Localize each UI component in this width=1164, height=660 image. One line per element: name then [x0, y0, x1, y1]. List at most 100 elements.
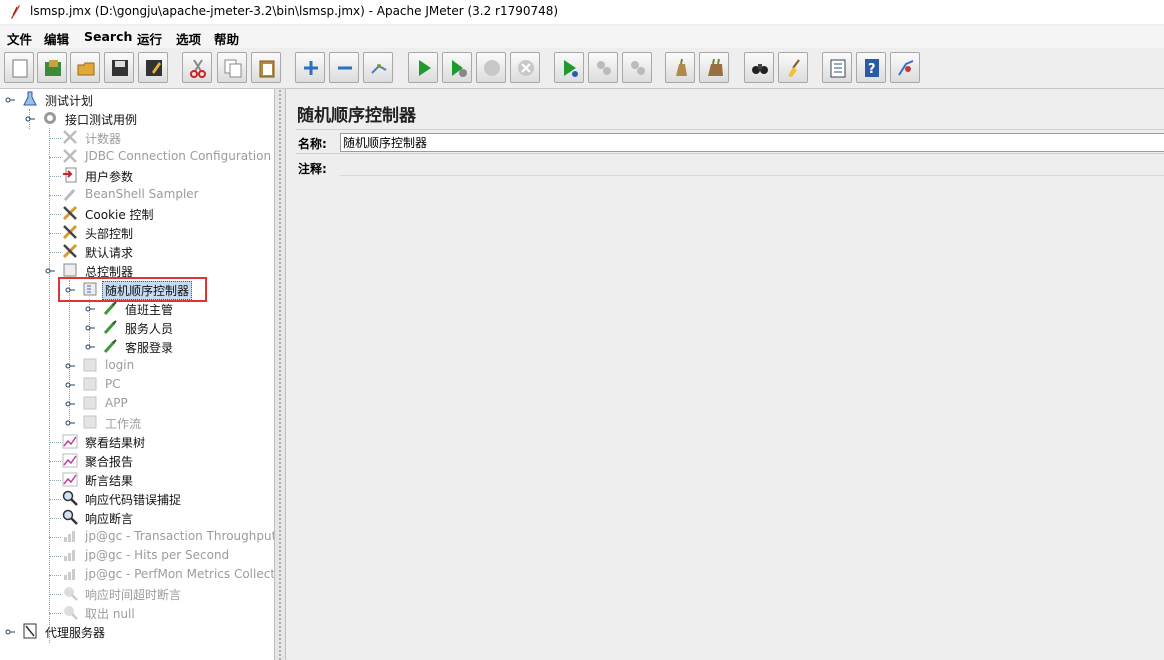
templates-button[interactable] — [37, 52, 67, 83]
tree-node-jdbc-config[interactable]: JDBC Connection Configuration — [85, 149, 271, 163]
tree-node-transaction-throughput[interactable]: jp@gc - Transaction Throughput vs — [85, 529, 274, 543]
graph-icon — [64, 531, 75, 542]
save-as-button[interactable] — [138, 52, 168, 83]
controller-icon — [63, 263, 77, 277]
help-button[interactable]: ? — [856, 52, 886, 83]
menu-options[interactable]: 选项 — [176, 29, 201, 48]
tree-node-thread-group[interactable]: 接口测试用例 — [65, 111, 137, 128]
clear-all-button[interactable] — [699, 52, 729, 83]
menu-file[interactable]: 文件 — [7, 29, 32, 48]
tree-node-response-code-assertion[interactable]: 响应代码错误捕捉 — [85, 491, 181, 508]
minus-icon — [338, 66, 352, 70]
tree-node-response-assertion[interactable]: 响应断言 — [85, 510, 133, 527]
play-no-pause-icon — [452, 60, 467, 77]
expand-toggle[interactable] — [45, 267, 55, 275]
controller-icon — [83, 415, 97, 429]
tree-node-sampler-cs-login[interactable]: 客服登录 — [125, 339, 173, 356]
start-no-pause-button[interactable] — [442, 52, 472, 83]
remote-start-button[interactable] — [554, 52, 584, 83]
tree-node-hits-per-second[interactable]: jp@gc - Hits per Second — [85, 548, 229, 562]
name-field[interactable] — [340, 133, 1164, 152]
expand-toggle[interactable] — [85, 343, 95, 351]
collapse-button[interactable] — [329, 52, 359, 83]
expand-toggle[interactable] — [65, 362, 75, 370]
wrench-icon — [62, 205, 78, 221]
annotation-highlight-box — [58, 277, 207, 302]
tree-node-extract-null[interactable]: 取出 null — [85, 605, 135, 622]
copy-button[interactable] — [217, 52, 247, 83]
tree-node-view-results-tree[interactable]: 察看结果树 — [85, 434, 145, 451]
expand-button[interactable] — [295, 52, 325, 83]
tree-node-test-plan[interactable]: 测试计划 — [45, 92, 93, 109]
toggle-button[interactable] — [363, 52, 393, 83]
gear-icon — [44, 112, 56, 124]
remote-stop-button[interactable] — [588, 52, 618, 83]
expand-toggle[interactable] — [65, 381, 75, 389]
new-icon — [12, 59, 28, 78]
templates-icon — [45, 60, 61, 76]
wrench-icon — [63, 130, 77, 144]
function-helper-button[interactable] — [822, 52, 852, 83]
tree-node-sampler-service-staff[interactable]: 服务人员 — [125, 320, 173, 337]
tree-node-duration-assertion[interactable]: 响应时间超时断言 — [85, 586, 181, 603]
menu-search[interactable]: Search — [84, 29, 132, 44]
remote-exit-button[interactable] — [622, 52, 652, 83]
new-button[interactable] — [4, 52, 34, 83]
remote-exit-icon — [631, 61, 645, 75]
tree-node-sampler-duty-manager[interactable]: 值班主管 — [125, 301, 173, 318]
expand-toggle[interactable] — [65, 419, 75, 427]
split-pane-divider[interactable] — [275, 89, 286, 660]
expand-toggle[interactable] — [5, 628, 15, 636]
controller-icon — [83, 396, 97, 410]
open-icon — [77, 62, 95, 76]
tree-node-perfmon-collector[interactable]: jp@gc - PerfMon Metrics Collector — [85, 567, 274, 581]
menu-help[interactable]: 帮助 — [214, 29, 239, 48]
tree-node-workflow[interactable]: 工作流 — [105, 415, 141, 432]
reset-search-button[interactable] — [778, 52, 808, 83]
paste-icon — [259, 60, 275, 78]
expand-toggle[interactable] — [85, 324, 95, 332]
save-icon — [112, 60, 128, 76]
clear-button[interactable] — [665, 52, 695, 83]
log-viewer-button[interactable] — [890, 52, 920, 83]
tree-node-beanshell-sampler[interactable]: BeanShell Sampler — [85, 187, 199, 201]
controller-icon — [83, 377, 97, 391]
comment-field[interactable] — [340, 157, 1164, 176]
toolbar: ? — [0, 50, 1164, 89]
wrench-icon — [62, 224, 78, 240]
tree-node-assertion-results[interactable]: 断言结果 — [85, 472, 133, 489]
menu-edit[interactable]: 编辑 — [44, 29, 69, 48]
test-plan-tree[interactable]: 测试计划 接口测试用例 计数器 JDBC Connection Configur… — [0, 89, 275, 660]
toggle-icon — [371, 64, 387, 74]
tree-node-app[interactable]: APP — [105, 396, 128, 410]
paste-button[interactable] — [251, 52, 281, 83]
menu-run[interactable]: 运行 — [137, 29, 162, 48]
jmeter-feather-icon — [11, 5, 20, 19]
magnifier-icon — [62, 509, 78, 525]
expand-toggle[interactable] — [65, 400, 75, 408]
start-button[interactable] — [408, 52, 438, 83]
save-button[interactable] — [104, 52, 134, 83]
tree-node-proxy-server[interactable]: 代理服务器 — [45, 624, 105, 641]
expand-toggle[interactable] — [85, 305, 95, 313]
open-button[interactable] — [70, 52, 100, 83]
stop-button[interactable] — [476, 52, 506, 83]
tree-node-header-manager[interactable]: 头部控制 — [85, 225, 133, 242]
cut-button[interactable] — [182, 52, 212, 83]
title-bar: lsmsp.jmx (D:\gongju\apache-jmeter-3.2\b… — [0, 0, 1164, 24]
expand-toggle[interactable] — [5, 96, 15, 104]
tree-node-pc[interactable]: PC — [105, 377, 121, 391]
tree-node-user-params[interactable]: 用户参数 — [85, 168, 133, 185]
page-title: 随机顺序控制器 — [297, 106, 416, 126]
shutdown-button[interactable] — [510, 52, 540, 83]
tree-node-request-defaults[interactable]: 默认请求 — [85, 244, 133, 261]
search-button[interactable] — [744, 52, 774, 83]
tree-node-counter[interactable]: 计数器 — [85, 130, 121, 147]
tree-node-cookie-manager[interactable]: Cookie 控制 — [85, 206, 154, 223]
tree-node-aggregate-report[interactable]: 聚合报告 — [85, 453, 133, 470]
expand-toggle[interactable] — [25, 115, 35, 123]
tree-node-login[interactable]: login — [105, 358, 134, 372]
graph-icon — [62, 453, 78, 468]
function-list-icon — [830, 59, 846, 78]
wrench-icon — [63, 149, 77, 163]
